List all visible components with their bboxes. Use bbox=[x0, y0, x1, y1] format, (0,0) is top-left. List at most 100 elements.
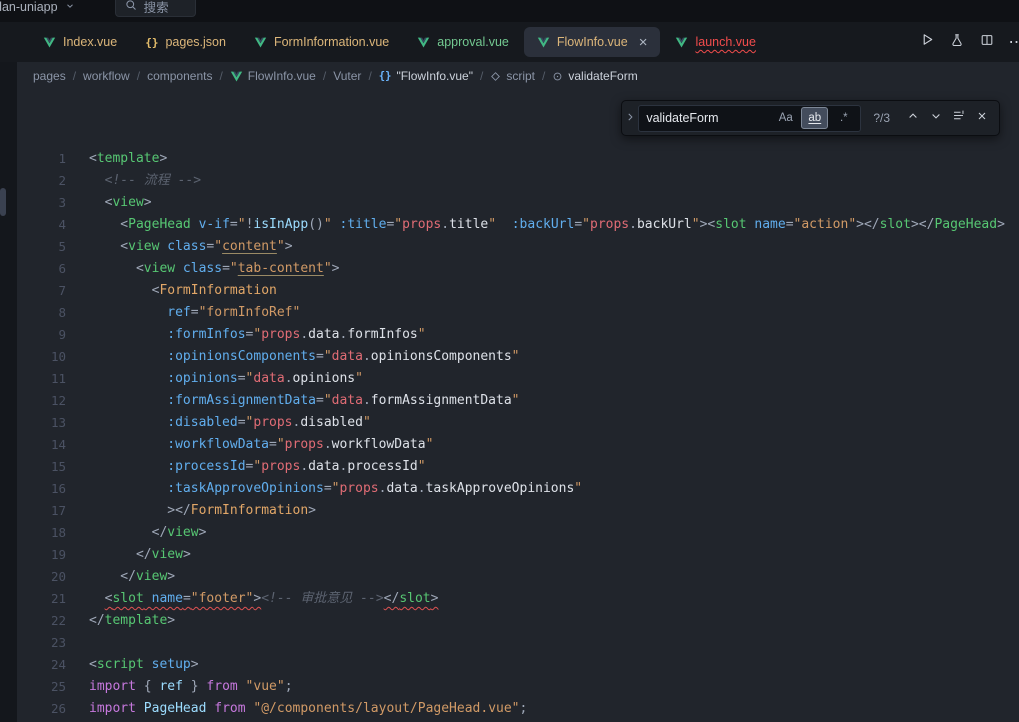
tab-label: Index.vue bbox=[63, 35, 117, 49]
tab-label: launch.vue bbox=[695, 35, 755, 49]
breadcrumb-item-components[interactable]: components bbox=[147, 69, 212, 83]
project-menu[interactable]: dan-uniapp bbox=[0, 0, 75, 17]
line-content: <view class="content"> bbox=[89, 236, 293, 258]
line-content: <FormInformation bbox=[89, 280, 277, 302]
code-line[interactable]: 17 ></FormInformation> bbox=[17, 500, 1019, 522]
code-line[interactable]: 10 :opinionsComponents="data.opinionsCom… bbox=[17, 346, 1019, 368]
code-line[interactable]: 15 :processId="props.data.processId" bbox=[17, 456, 1019, 478]
line-number: 7 bbox=[17, 280, 66, 302]
vscode-window: dan-uniapp 搜索 Index.vue {}pages.jsonFormI… bbox=[0, 0, 1019, 722]
regex-toggle[interactable]: .* bbox=[830, 107, 857, 129]
tab-launch.vue[interactable]: launch.vue bbox=[662, 27, 768, 57]
tab-Index.vue[interactable]: Index.vue bbox=[30, 27, 130, 57]
code-line[interactable]: 25import { ref } from "vue"; bbox=[17, 676, 1019, 698]
code-line[interactable]: 3 <view> bbox=[17, 192, 1019, 214]
run-button[interactable] bbox=[915, 30, 939, 54]
line-content: :workflowData="props.workflowData" bbox=[89, 434, 433, 456]
breadcrumb-item-FlowInfo.vue[interactable]: FlowInfo.vue bbox=[230, 69, 316, 83]
tab-label: pages.json bbox=[165, 35, 225, 49]
tab-FormInformation.vue[interactable]: FormInformation.vue bbox=[241, 27, 402, 57]
code-line[interactable]: 22</template> bbox=[17, 610, 1019, 632]
close-icon bbox=[976, 109, 988, 127]
breadcrumb-label: "FlowInfo.vue" bbox=[396, 69, 473, 83]
find-in-selection-button[interactable] bbox=[947, 107, 970, 130]
split-icon bbox=[980, 33, 994, 52]
find-input[interactable] bbox=[646, 111, 764, 125]
match-case-toggle[interactable]: Aa bbox=[772, 107, 799, 129]
code-line[interactable]: 13 :disabled="props.disabled" bbox=[17, 412, 1019, 434]
global-search[interactable]: 搜索 bbox=[115, 0, 196, 17]
breadcrumb-item-Vuter[interactable]: Vuter bbox=[333, 69, 361, 83]
breadcrumb-item-script[interactable]: script bbox=[490, 69, 535, 83]
code-line[interactable]: 19 </view> bbox=[17, 544, 1019, 566]
vue-file-icon bbox=[675, 36, 688, 49]
line-number: 26 bbox=[17, 698, 66, 720]
code-line[interactable]: 9 :formInfos="props.data.formInfos" bbox=[17, 324, 1019, 346]
tests-button[interactable] bbox=[945, 30, 969, 54]
line-number: 21 bbox=[17, 588, 66, 610]
code-area[interactable]: 1<template>2 <!-- 流程 -->3 <view>4 <PageH… bbox=[17, 90, 1019, 722]
line-number: 11 bbox=[17, 368, 66, 390]
code-line[interactable]: 21 <slot name="footer"><!-- 审批意见 --></sl… bbox=[17, 588, 1019, 610]
chevron-right-icon bbox=[625, 109, 635, 127]
chevron-down-icon bbox=[930, 109, 942, 127]
line-content: import { ref } from "vue"; bbox=[89, 676, 293, 698]
tab-FlowInfo.vue[interactable]: FlowInfo.vue× bbox=[524, 27, 661, 57]
code-line[interactable]: 6 <view class="tab-content"> bbox=[17, 258, 1019, 280]
code-line[interactable]: 8 ref="formInfoRef" bbox=[17, 302, 1019, 324]
line-number: 8 bbox=[17, 302, 66, 324]
line-number: 5 bbox=[17, 236, 66, 258]
code-line[interactable]: 20 </view> bbox=[17, 566, 1019, 588]
more-actions-button[interactable]: ⋯ bbox=[1005, 30, 1019, 54]
code-line[interactable]: 14 :workflowData="props.workflowData" bbox=[17, 434, 1019, 456]
breadcrumb-separator: / bbox=[323, 69, 326, 83]
breadcrumb-item-FlowInfo.vue[interactable]: {}"FlowInfo.vue" bbox=[379, 69, 473, 83]
line-number: 10 bbox=[17, 346, 66, 368]
code-line[interactable]: 23 bbox=[17, 632, 1019, 654]
code-line[interactable]: 18 </view> bbox=[17, 522, 1019, 544]
breadcrumb-separator: / bbox=[73, 69, 76, 83]
symbol-icon bbox=[490, 71, 501, 82]
line-content: :disabled="props.disabled" bbox=[89, 412, 371, 434]
toggle-replace-button[interactable] bbox=[622, 101, 638, 135]
beaker-icon bbox=[950, 33, 964, 52]
vue-file-icon bbox=[537, 36, 550, 49]
code-line[interactable]: 1<template> bbox=[17, 148, 1019, 170]
breadcrumb-item-workflow[interactable]: workflow bbox=[83, 69, 130, 83]
line-content: <view class="tab-content"> bbox=[89, 258, 339, 280]
line-content: import PageHead from "@/components/layou… bbox=[89, 698, 527, 720]
code-line[interactable]: 7 <FormInformation bbox=[17, 280, 1019, 302]
code-line[interactable]: 26 import PageHead from "@/components/lay… bbox=[17, 698, 1019, 720]
code-line[interactable]: 2 <!-- 流程 --> bbox=[17, 170, 1019, 192]
find-next-button[interactable] bbox=[924, 107, 947, 130]
line-number: 14 bbox=[17, 434, 66, 456]
code-line[interactable]: 4 <PageHead v-if="!isInApp()" :title="pr… bbox=[17, 214, 1019, 236]
close-tab-icon[interactable]: × bbox=[639, 35, 648, 50]
line-number: 9 bbox=[17, 324, 66, 346]
split-editor-button[interactable] bbox=[975, 30, 999, 54]
breadcrumb-label: validateForm bbox=[568, 69, 637, 83]
editor-actions: ⋯ bbox=[915, 22, 1019, 62]
breadcrumb-item-validateForm[interactable]: validateForm bbox=[552, 69, 637, 83]
line-number: 2 bbox=[17, 170, 66, 192]
breadcrumb-label: Vuter bbox=[333, 69, 361, 83]
breadcrumb-item-pages[interactable]: pages bbox=[33, 69, 66, 83]
line-content: :taskApproveOpinions="props.data.taskApp… bbox=[89, 478, 582, 500]
find-results: ?/3 bbox=[873, 111, 890, 125]
tab-approval.vue[interactable]: approval.vue bbox=[404, 27, 522, 57]
tab-pages.json[interactable]: {}pages.json bbox=[132, 27, 239, 57]
code-line[interactable]: 11 :opinions="data.opinions" bbox=[17, 368, 1019, 390]
code-line[interactable]: 5 <view class="content"> bbox=[17, 236, 1019, 258]
line-number: 23 bbox=[17, 632, 66, 654]
whole-word-toggle[interactable]: ab bbox=[801, 107, 828, 129]
line-content: </view> bbox=[89, 566, 175, 588]
line-number: 22 bbox=[17, 610, 66, 632]
line-number: 13 bbox=[17, 412, 66, 434]
find-close-button[interactable] bbox=[970, 107, 993, 130]
line-content: <view> bbox=[89, 192, 152, 214]
code-line[interactable]: 12 :formAssignmentData="data.formAssignm… bbox=[17, 390, 1019, 412]
code-line[interactable]: 16 :taskApproveOpinions="props.data.task… bbox=[17, 478, 1019, 500]
find-previous-button[interactable] bbox=[901, 107, 924, 130]
code-line[interactable]: 24<script setup> bbox=[17, 654, 1019, 676]
vue-file-icon bbox=[43, 36, 56, 49]
